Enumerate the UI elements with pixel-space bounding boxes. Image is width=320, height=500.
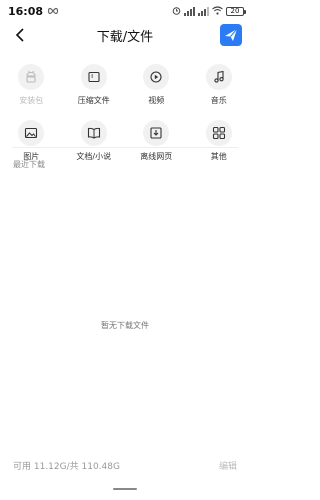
footer: 可用 11.12G/共 110.48G 编辑 <box>0 458 250 472</box>
status-left: 16:08 <box>8 5 59 18</box>
android-icon <box>18 64 45 90</box>
category-grid: 安装包 压缩文件 视频 音乐 图片 文档/小说 离线网页 其他 <box>0 64 250 166</box>
image-icon <box>18 120 45 146</box>
category-label: 其他 <box>210 152 227 161</box>
music-note-icon <box>205 64 232 90</box>
empty-state-text: 暂无下载文件 <box>101 321 149 330</box>
category-apk[interactable]: 安装包 <box>0 64 63 110</box>
category-archive[interactable]: 压缩文件 <box>63 64 126 110</box>
infinity-icon <box>47 5 59 18</box>
category-label: 离线网页 <box>140 152 173 161</box>
signal-icon <box>198 6 209 16</box>
category-label: 音乐 <box>210 96 227 105</box>
category-document[interactable]: 文档/小说 <box>63 120 126 166</box>
category-label: 压缩文件 <box>77 96 110 105</box>
status-bar: 16:08 20 <box>0 0 250 22</box>
page-title: 下载/文件 <box>96 29 154 45</box>
wifi-icon <box>212 5 223 18</box>
category-label: 文档/小说 <box>76 152 112 161</box>
play-icon <box>143 64 170 90</box>
status-time: 16:08 <box>8 4 44 18</box>
chevron-left-icon <box>15 28 24 42</box>
category-offline-page[interactable]: 离线网页 <box>125 120 188 166</box>
category-label: 安装包 <box>19 96 44 105</box>
storage-info: 可用 11.12G/共 110.48G <box>13 461 120 472</box>
battery-icon: 20 <box>226 6 246 16</box>
category-video[interactable]: 视频 <box>125 64 188 110</box>
edit-button[interactable]: 编辑 <box>219 459 237 472</box>
archive-icon <box>80 64 107 90</box>
alarm-icon <box>172 5 181 18</box>
status-right: 20 <box>172 5 246 18</box>
grid-icon <box>205 120 232 146</box>
signal-icon <box>184 6 195 16</box>
download-page-icon <box>143 120 170 146</box>
title-bar: 下载/文件 <box>0 22 250 48</box>
category-label: 视频 <box>148 96 165 105</box>
category-music[interactable]: 音乐 <box>188 64 251 110</box>
app-logo-icon[interactable] <box>220 24 242 46</box>
home-indicator[interactable] <box>113 488 137 490</box>
book-icon <box>80 120 107 146</box>
category-other[interactable]: 其他 <box>188 120 251 166</box>
divider <box>12 147 238 148</box>
back-button[interactable] <box>10 25 30 45</box>
recent-downloads-title: 最近下载 <box>13 160 45 169</box>
